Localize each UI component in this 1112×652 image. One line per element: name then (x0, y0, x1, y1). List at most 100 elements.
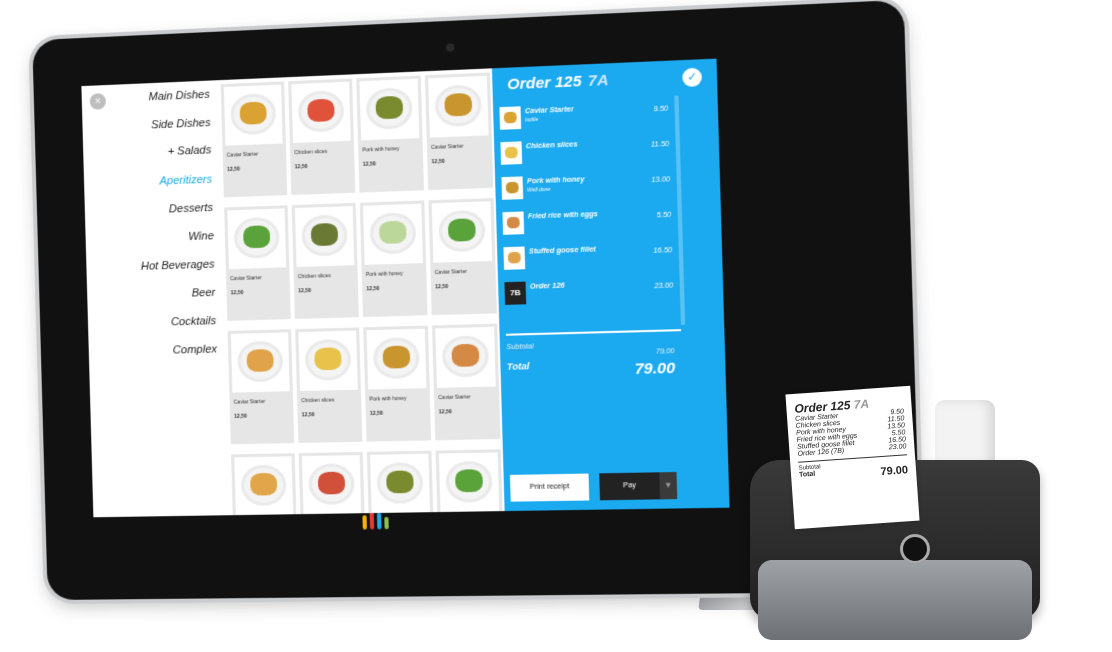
menu-tile-price: 12,50 (231, 290, 244, 296)
order-item-price: 13.00 (651, 176, 670, 184)
receipt-item-price: 23.00 (889, 443, 907, 451)
category-desserts[interactable]: Desserts (169, 202, 213, 216)
menu-tile[interactable] (231, 453, 298, 517)
menu-tile[interactable] (367, 451, 435, 518)
order-item-name: Stuffed goose fillet (529, 246, 596, 255)
food-icon (448, 218, 476, 242)
linked-order-item[interactable]: 7B Order 126 23.00 (498, 273, 680, 313)
dish-photo (298, 331, 357, 392)
menu-tile[interactable] (436, 449, 504, 517)
menu-tile-price: 12,50 (302, 412, 315, 418)
food-icon (444, 93, 472, 117)
category-main-dishes[interactable]: Main Dishes (148, 89, 210, 104)
menu-tile[interactable]: Chicken slices 12,50 (295, 327, 362, 443)
menu-tile[interactable]: Pork with honey 12,50 (360, 200, 428, 317)
menu-tile-name: Pork with honey (362, 146, 399, 154)
category-side-dishes[interactable]: Side Dishes (151, 117, 211, 132)
tablet-device: × Main Dishes Side Dishes + Salads Aperi… (40, 40, 870, 600)
menu-tile-price: 12,50 (439, 409, 452, 415)
close-icon[interactable]: × (90, 93, 106, 110)
order-item-note: bottle (525, 117, 538, 124)
food-icon (505, 147, 518, 159)
menu-tile[interactable]: Caviar Starter 12,50 (428, 198, 496, 315)
dish-photo (231, 332, 290, 392)
pay-button[interactable]: Pay (599, 472, 660, 500)
food-icon (451, 344, 479, 367)
subtotal-label: Subtotal (506, 343, 533, 351)
category-wine[interactable]: Wine (188, 230, 214, 243)
menu-tile[interactable]: Pork with honey 12,50 (356, 76, 424, 193)
table-badge: 7B (504, 282, 526, 305)
menu-tile-price: 12,50 (431, 159, 444, 166)
menu-tile-name: Caviar Starter (227, 152, 259, 159)
dish-photo (432, 201, 493, 263)
food-icon (247, 349, 274, 372)
dish-photo (367, 329, 427, 390)
category-sidebar: × Main Dishes Side Dishes + Salads Aperi… (81, 80, 229, 517)
menu-tile[interactable]: Caviar Starter 12,50 (425, 73, 493, 191)
category-hot-beverages[interactable]: Hot Beverages (141, 258, 215, 272)
food-icon (507, 217, 520, 229)
dish-thumbnail (503, 247, 525, 270)
menu-tile-name: Caviar Starter (230, 275, 262, 282)
food-icon (455, 469, 483, 492)
food-icon (506, 182, 519, 194)
category-aperitizers[interactable]: Aperitizers (159, 174, 212, 188)
print-receipt-button[interactable]: Print receipt (510, 474, 589, 502)
receipt-table: 7A (853, 397, 869, 412)
order-item-price: 16.50 (653, 247, 672, 255)
food-icon (386, 470, 414, 493)
chevron-down-icon[interactable]: ✓ (682, 68, 702, 88)
food-icon (314, 347, 341, 370)
food-icon (504, 112, 517, 124)
menu-tile[interactable] (299, 452, 366, 517)
food-icon (311, 223, 338, 246)
menu-tile-price: 12,50 (435, 284, 448, 291)
category-cocktails[interactable]: Cocktails (171, 315, 217, 328)
menu-tile[interactable]: Chicken slices 12,50 (292, 203, 359, 319)
menu-tile[interactable]: Caviar Starter 12,50 (221, 81, 288, 197)
menu-tile-price: 12,50 (366, 286, 379, 293)
category-beer[interactable]: Beer (192, 287, 216, 300)
dish-thumbnail (499, 106, 521, 130)
dish-thumbnail (500, 141, 522, 164)
menu-tile-name: Pork with honey (369, 396, 406, 403)
menu-tile[interactable]: Chicken slices 12,50 (288, 78, 355, 195)
menu-tile-price: 12,50 (295, 164, 308, 171)
dish-photo (359, 79, 419, 141)
menu-tile[interactable]: Caviar Starter 12,50 (432, 324, 500, 441)
total-label: Total (507, 361, 530, 372)
menu-tile-price: 12,50 (370, 411, 383, 417)
category-complex[interactable]: Complex (173, 343, 217, 356)
menu-tile-name: Caviar Starter (431, 144, 464, 151)
receipt-total-value: 79.00 (880, 464, 908, 478)
dish-photo (439, 452, 500, 513)
order-number: Order 125 (507, 73, 582, 94)
dish-photo (295, 206, 354, 267)
subtotal-value: 79.00 (656, 348, 675, 356)
order-item-note: Well done (527, 187, 551, 194)
food-icon (508, 252, 521, 264)
printed-receipt: Order 125 7A Caviar Starter 9.50 Chicken … (785, 386, 919, 529)
order-item[interactable]: Fried rice with eggs 5.50 (496, 202, 678, 243)
dish-photo (234, 456, 293, 516)
dish-photo (302, 455, 361, 515)
power-button-icon (900, 534, 930, 564)
menu-tile-name: Chicken slices (298, 273, 331, 280)
order-item[interactable]: Stuffed goose fillet 16.50 (497, 237, 679, 278)
receipt-total-label: Total (799, 471, 816, 484)
dish-photo (363, 204, 423, 265)
chevron-down-icon[interactable]: ▼ (659, 472, 677, 499)
order-panel: Order 125 7A ✓ Caviar Starter bottle 9.50… (492, 59, 730, 511)
menu-tile[interactable]: Caviar Starter 12,50 (228, 329, 295, 444)
category-salads[interactable]: + Salads (167, 144, 211, 158)
menu-tile[interactable]: Caviar Starter 12,50 (224, 205, 291, 321)
order-item-list: Caviar Starter bottle 9.50 Chicken slice… (493, 96, 680, 313)
menu-tile[interactable]: Pork with honey 12,50 (363, 326, 431, 442)
menu-tile-price: 12,50 (363, 161, 376, 168)
menu-tile-price: 12,50 (298, 288, 311, 294)
order-title: Order 125 7A (507, 72, 609, 94)
food-icon (375, 96, 403, 120)
menu-tile-price: 12,50 (234, 414, 247, 420)
totals-divider (506, 329, 681, 336)
